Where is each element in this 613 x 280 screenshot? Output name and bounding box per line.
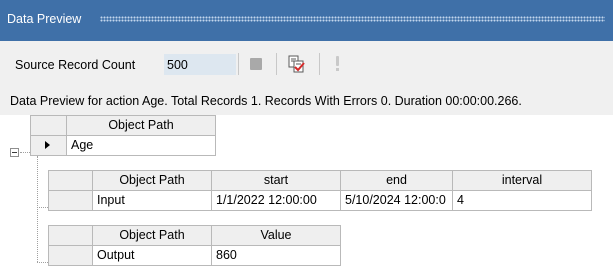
row-header[interactable]	[48, 245, 93, 266]
column-header-start[interactable]: start	[211, 170, 341, 191]
validate-button[interactable]	[287, 54, 307, 74]
source-record-count-label: Source Record Count	[15, 58, 136, 72]
titlebar-grip[interactable]	[100, 16, 605, 22]
column-header-object-path[interactable]: Object Path	[92, 225, 212, 246]
column-header-object-path[interactable]: Object Path	[66, 115, 216, 136]
row-header[interactable]	[48, 190, 93, 211]
window-titlebar: Data Preview	[0, 0, 613, 41]
corner-cell	[48, 225, 93, 246]
table-cell-interval[interactable]: 4	[452, 190, 592, 211]
validate-check-icon	[288, 55, 305, 73]
table-cell-object-path[interactable]: Age	[66, 135, 216, 156]
column-header-interval[interactable]: interval	[452, 170, 592, 191]
status-bar: Data Preview for action Age. Total Recor…	[0, 87, 613, 115]
status-text: Data Preview for action Age. Total Recor…	[10, 94, 522, 108]
preview-grid-area: Object Path Age Object Path start end in…	[0, 115, 613, 280]
current-row-arrow-icon	[45, 141, 50, 149]
table-cell-end[interactable]: 5/10/2024 12:00:0	[340, 190, 453, 211]
toolbar-separator	[319, 53, 320, 75]
collapse-toggle-icon[interactable]	[10, 148, 19, 157]
stop-button[interactable]	[248, 56, 264, 72]
column-header-value[interactable]: Value	[211, 225, 341, 246]
table-cell-value[interactable]: 860	[211, 245, 341, 266]
column-header-object-path[interactable]: Object Path	[92, 170, 212, 191]
window-title: Data Preview	[7, 12, 82, 26]
table-cell-start[interactable]: 1/1/2022 12:00:00	[211, 190, 341, 211]
column-header-end[interactable]: end	[340, 170, 453, 191]
toolbar-separator	[238, 53, 239, 75]
toolbar: Source Record Count	[0, 41, 613, 87]
row-header-selected[interactable]	[30, 135, 67, 156]
stop-icon	[250, 58, 262, 70]
source-record-count-input[interactable]	[164, 54, 236, 75]
corner-cell	[48, 170, 93, 191]
toolbar-separator	[276, 53, 277, 75]
exclamation-button[interactable]	[333, 54, 343, 74]
table-cell-object-path[interactable]: Input	[92, 190, 212, 211]
table-cell-object-path[interactable]: Output	[92, 245, 212, 266]
corner-cell	[30, 115, 67, 136]
exclamation-icon	[336, 56, 339, 66]
